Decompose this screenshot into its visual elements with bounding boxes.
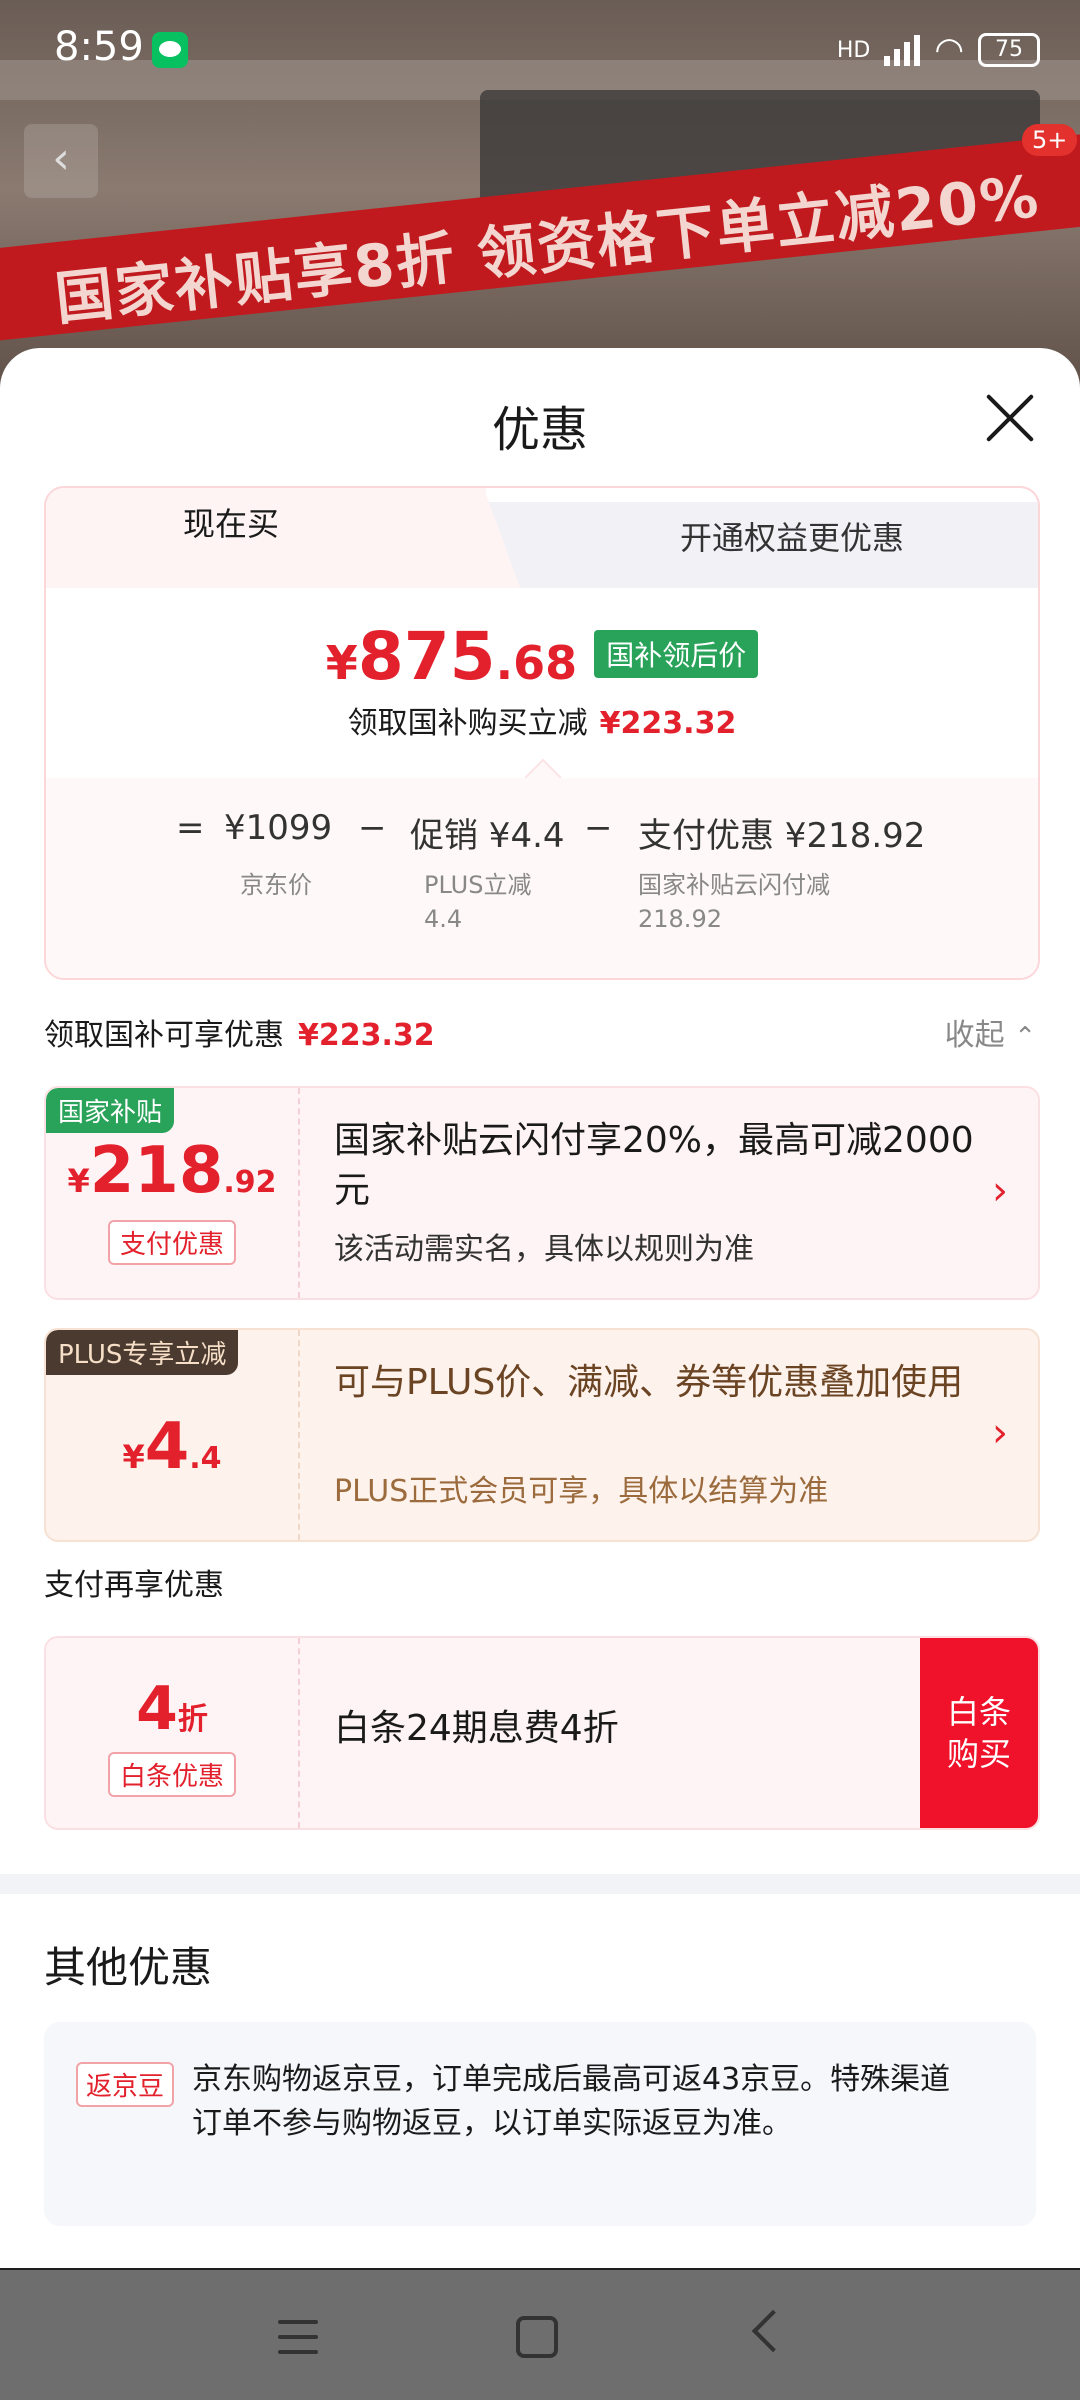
section-divider xyxy=(0,1874,1080,1894)
price-main: ¥875.68 国补领后价 领取国补购买立减 ¥223.32 xyxy=(46,588,1038,768)
minus-sign-1: − xyxy=(358,808,387,848)
subsidy-section-amount: ¥223.32 xyxy=(298,1018,435,1053)
final-price: ¥875.68 国补领后价 xyxy=(46,618,1038,695)
baitiao-description: 白条24期息费4折 xyxy=(334,1708,619,1749)
payment-label-value: 218.92 xyxy=(638,905,722,933)
baitiao-offer: 4折 白条优惠 白条24期息费4折 白条购买 xyxy=(44,1636,1040,1830)
payment-section-header: 支付再享优惠 xyxy=(44,1568,224,1603)
offer-currency: ¥ xyxy=(67,1162,90,1200)
price-breakdown: = ¥1099 − 促销 ¥4.4 − 支付优惠 ¥218.92 京东价 PLU… xyxy=(46,778,1038,978)
baitiao-buy-button[interactable]: 白条购买 xyxy=(920,1638,1038,1828)
subsidy-section-label: 领取国补可享优惠 xyxy=(44,1018,284,1053)
discount-sheet: 优惠 开通权益更优惠 现在买 ¥875.68 国补领后价 领取国补购买立减 ¥22… xyxy=(0,348,1080,2268)
back-icon[interactable] xyxy=(751,2309,795,2353)
jingdou-tag: 返京豆 xyxy=(76,2062,175,2107)
subsidy-section-header: 领取国补可享优惠 ¥223.32 xyxy=(44,1010,435,1054)
baitiao-discount: 4折 xyxy=(46,1674,298,1744)
chevron-right-icon: › xyxy=(992,1410,1008,1456)
plus-tag: PLUS专享立减 xyxy=(46,1330,239,1375)
base-price: ¥1099 xyxy=(224,808,333,848)
wifi-icon: ◠ xyxy=(934,30,964,70)
payment-discount: 支付优惠 ¥218.92 xyxy=(638,816,926,856)
back-button[interactable]: ‹ xyxy=(24,124,98,198)
plus-int: 4 xyxy=(144,1410,190,1484)
other-offers-title: 其他优惠 xyxy=(44,1943,213,1992)
tab-buy-now-label: 现在买 xyxy=(182,505,279,543)
baitiao-amount-panel: 4折 白条优惠 xyxy=(46,1638,300,1828)
plus-discount-offer[interactable]: PLUS专享立减 ¥4.4 可与PLUS价、满减、券等优惠叠加使用 PLUS正式… xyxy=(44,1328,1040,1542)
price-currency: ¥ xyxy=(325,636,358,690)
plus-dec: .4 xyxy=(189,1441,222,1476)
tab-membership-label: 开通权益更优惠 xyxy=(679,519,904,557)
close-icon[interactable] xyxy=(984,392,1036,444)
offer-dec: .92 xyxy=(223,1165,277,1200)
offer-note: 该活动需实名，具体以规则为准 xyxy=(334,1232,754,1267)
status-icons: HD ◠ 75 xyxy=(837,30,1040,70)
subsidy-price-tag: 国补领后价 xyxy=(594,630,759,678)
battery-icon: 75 xyxy=(978,33,1040,67)
offer-description: 国家补贴云闪付享20%，最高可减2000元 xyxy=(334,1120,974,1211)
price-integer: 875 xyxy=(357,618,496,695)
signal-icon xyxy=(884,34,921,66)
status-bar: 8:59 HD ◠ 75 xyxy=(0,0,1080,100)
sheet-title: 优惠 xyxy=(491,402,588,458)
offer-amount: ¥218.92 xyxy=(46,1134,298,1208)
promo-label: PLUS立减 xyxy=(424,871,532,899)
chevron-right-icon: › xyxy=(992,1168,1008,1214)
price-saving: 领取国补购买立减 ¥223.32 xyxy=(46,698,1038,742)
wechat-icon xyxy=(152,32,188,68)
offer-int: 218 xyxy=(89,1134,224,1208)
home-icon[interactable] xyxy=(516,2316,558,2358)
national-subsidy-offer[interactable]: 国家补贴 ¥218.92 支付优惠 国家补贴云闪付享20%，最高可减2000元 … xyxy=(44,1086,1040,1300)
payment-discount-label: 支付优惠 xyxy=(108,1220,236,1265)
plus-amount: ¥4.4 xyxy=(46,1410,298,1484)
plus-description: 可与PLUS价、满减、券等优惠叠加使用 xyxy=(334,1362,964,1403)
jingdou-offer-card: 返京豆 京东购物返京豆，订单完成后最高可返43京豆。特殊渠道订单不参与购物返豆，… xyxy=(44,2022,1036,2226)
payment-label: 国家补贴云闪付减 xyxy=(638,871,830,899)
promo-amount: 促销 ¥4.4 xyxy=(410,816,565,856)
saving-amount: ¥223.32 xyxy=(599,706,737,741)
baitiao-unit: 折 xyxy=(177,1702,208,1737)
status-time: 8:59 xyxy=(54,24,144,70)
price-decimal: .68 xyxy=(495,636,578,690)
tab-buy-now[interactable]: 现在买 xyxy=(46,488,486,588)
baitiao-label: 白条优惠 xyxy=(108,1752,236,1797)
hd-label: HD xyxy=(836,37,871,63)
base-price-label: 京东价 xyxy=(240,871,312,899)
menu-icon[interactable] xyxy=(278,2320,318,2354)
price-card: 开通权益更优惠 现在买 ¥875.68 国补领后价 领取国补购买立减 ¥223.3… xyxy=(44,486,1040,980)
collapse-label: 收起 xyxy=(944,1018,1005,1053)
offer-amount-panel: 国家补贴 ¥218.92 支付优惠 xyxy=(46,1088,300,1298)
collapse-button[interactable]: 收起 ⌃ xyxy=(945,1010,1036,1054)
chevron-up-icon: ⌃ xyxy=(1014,1022,1036,1052)
plus-amount-panel: PLUS专享立减 ¥4.4 xyxy=(46,1330,300,1540)
tab-membership[interactable]: 开通权益更优惠 xyxy=(466,502,1038,588)
minus-sign-2: − xyxy=(584,808,613,848)
plus-currency: ¥ xyxy=(122,1438,145,1476)
jingdou-description: 京东购物返京豆，订单完成后最高可返43京豆。特殊渠道订单不参与购物返豆，以订单实… xyxy=(192,2062,951,2141)
equals-sign: = xyxy=(176,808,205,848)
cart-badge: 5+ xyxy=(1022,124,1078,156)
price-tabs: 开通权益更优惠 现在买 xyxy=(46,488,1038,588)
system-nav-bar xyxy=(0,2270,1080,2400)
baitiao-int: 4 xyxy=(136,1674,178,1744)
baitiao-buy-label: 白条购买 xyxy=(946,1693,1011,1773)
plus-note: PLUS正式会员可享，具体以结算为准 xyxy=(334,1474,829,1509)
promo-label-value: 4.4 xyxy=(424,905,463,933)
saving-label: 领取国补购买立减 xyxy=(347,706,588,741)
national-subsidy-tag: 国家补贴 xyxy=(46,1088,175,1133)
